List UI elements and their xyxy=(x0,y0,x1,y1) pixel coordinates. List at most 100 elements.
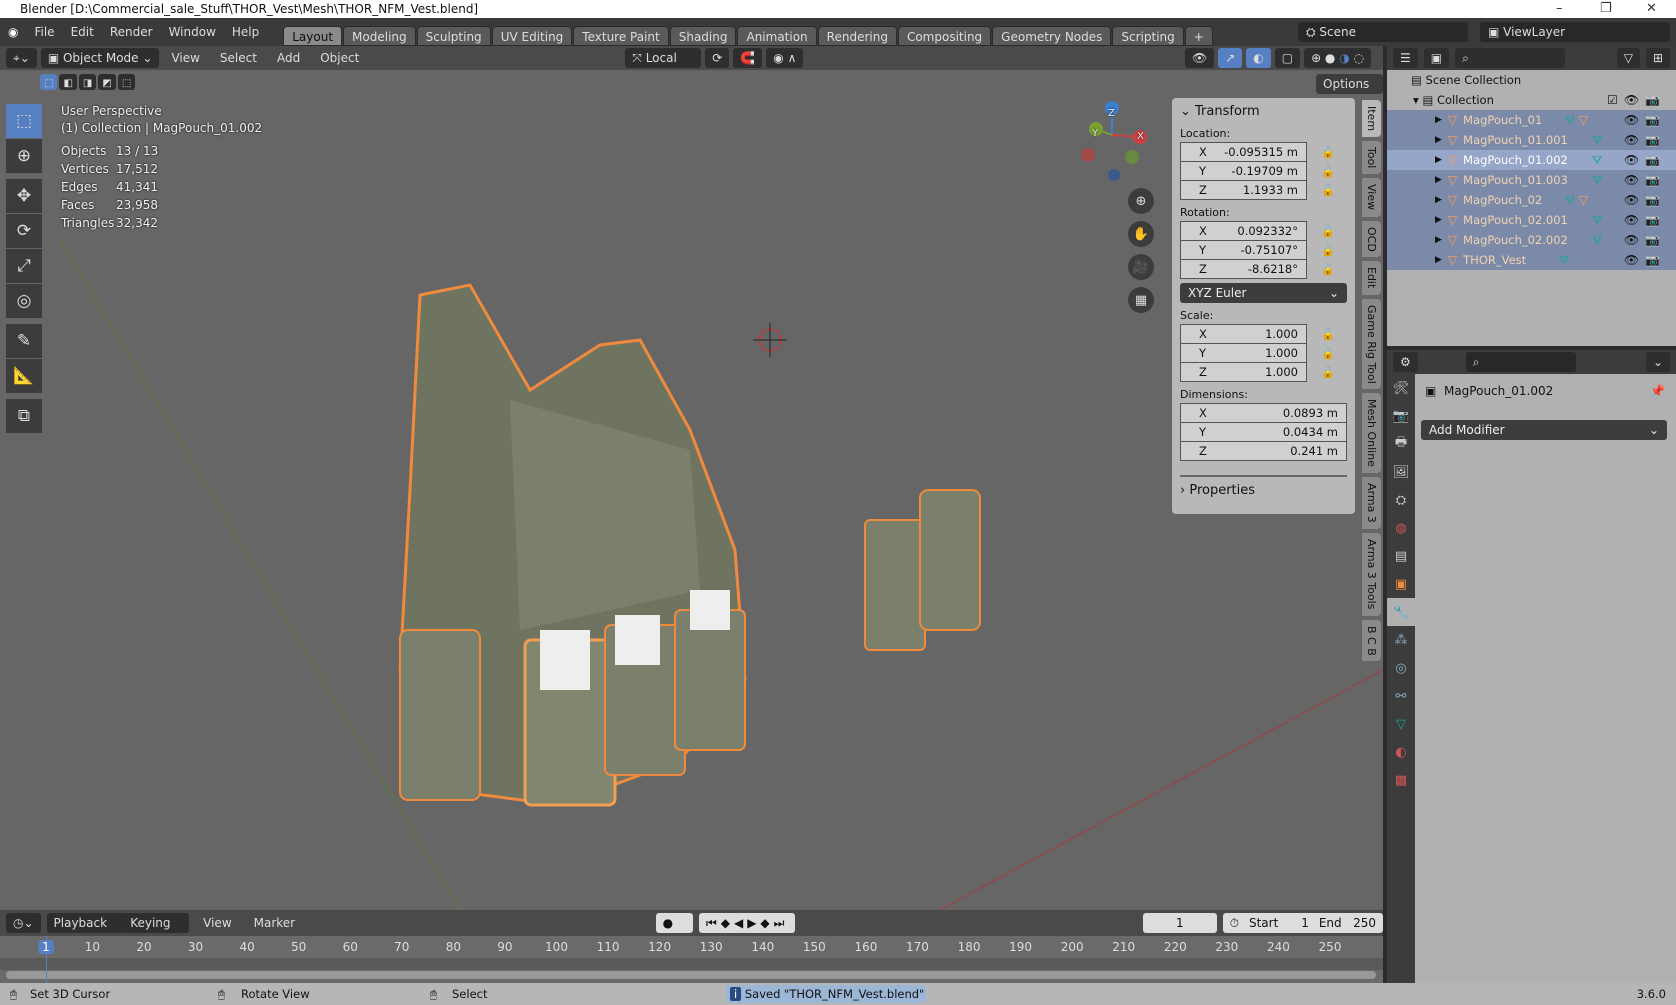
expand-arrow-icon[interactable]: ▶ xyxy=(1435,170,1442,190)
options-dropdown[interactable]: Options ⌄ xyxy=(1316,74,1383,111)
outliner-item[interactable]: ▶ ▽ MagPouch_02 ⛛ ▽ 👁📷 xyxy=(1387,190,1676,210)
visibility-toggles[interactable]: 👁📷 xyxy=(1624,190,1666,210)
scene-selector[interactable]: ⛭ Scene xyxy=(1298,22,1468,42)
outliner-item[interactable]: ▶ ▽ MagPouch_01.001 ⛛ 👁📷 xyxy=(1387,130,1676,150)
location-x-field[interactable]: X -0.095315 m xyxy=(1180,142,1307,162)
tab-compositing[interactable]: Compositing xyxy=(897,26,992,46)
sidebar-tab-item[interactable]: Item xyxy=(1362,100,1381,138)
restore-button[interactable]: ❐ xyxy=(1600,0,1612,18)
location-y-field[interactable]: Y -0.19709 m xyxy=(1180,161,1307,181)
visibility-toggles[interactable]: ☑👁📷 xyxy=(1607,90,1666,110)
move-icon[interactable]: ✥ xyxy=(6,179,42,213)
tab-uv-editing[interactable]: UV Editing xyxy=(491,26,573,46)
gizmo-x-label[interactable]: X xyxy=(1137,131,1144,142)
timeline-scrollbar[interactable] xyxy=(6,971,1376,979)
tool-tab-icon[interactable]: 🛠 xyxy=(1387,374,1415,402)
tab-geometry-nodes[interactable]: Geometry Nodes xyxy=(992,26,1112,46)
visibility-toggles[interactable]: 👁📷 xyxy=(1624,230,1666,250)
minimize-button[interactable]: – xyxy=(1556,0,1563,18)
sidebar-tab-tool[interactable]: Tool xyxy=(1362,141,1381,175)
menu-window[interactable]: Window xyxy=(161,25,224,39)
location-z-field[interactable]: Z 1.1933 m xyxy=(1180,180,1307,200)
world-tab-icon[interactable]: ◍ xyxy=(1387,514,1415,542)
menu-select[interactable]: Select xyxy=(212,51,265,65)
transform-icon[interactable]: ◎ xyxy=(6,284,42,318)
physics-tab-icon[interactable]: ◎ xyxy=(1387,654,1415,682)
rotation-y-field[interactable]: Y -0.75107° xyxy=(1180,240,1307,260)
visibility-toggles[interactable]: 👁📷 xyxy=(1624,210,1666,230)
dimensions-y-field[interactable]: Y 0.0434 m xyxy=(1180,422,1347,442)
texture-tab-icon[interactable]: ▩ xyxy=(1387,766,1415,794)
outliner-item[interactable]: ▶ ▽ MagPouch_01 ⛛ ▽ 👁📷 xyxy=(1387,110,1676,130)
outliner-search-input[interactable]: ⌕ xyxy=(1455,48,1566,68)
camera-icon[interactable]: 🎥 xyxy=(1128,254,1154,280)
sidebar-tab-game-rig-tool[interactable]: Game Rig Tool xyxy=(1362,298,1381,390)
gizmo-toggle-icon[interactable]: ↗ xyxy=(1218,48,1243,68)
expand-arrow-icon[interactable]: ▶ xyxy=(1435,210,1442,230)
scene-collection-row[interactable]: ▤ Scene Collection xyxy=(1387,70,1676,90)
close-button[interactable]: ✕ xyxy=(1646,0,1657,18)
zoom-icon[interactable]: ⊕ xyxy=(1128,188,1154,214)
start-frame-field[interactable]: Start 1 xyxy=(1249,913,1309,933)
visibility-toggles[interactable]: 👁📷 xyxy=(1624,250,1666,270)
scale-y-field[interactable]: Y 1.000 xyxy=(1180,343,1307,363)
scale-x-field[interactable]: X 1.000 xyxy=(1180,324,1307,344)
lock-icon[interactable]: 🔓 xyxy=(1321,225,1335,238)
visibility-icon[interactable]: 👁 xyxy=(1184,48,1215,68)
overlay-toggle-icon[interactable]: ◐ xyxy=(1246,48,1271,68)
menu-file[interactable]: File xyxy=(26,25,62,39)
collection-tab-icon[interactable]: ▤ xyxy=(1387,542,1415,570)
visibility-toggles[interactable]: 👁📷 xyxy=(1624,130,1666,150)
sidebar-tab-edit[interactable]: Edit xyxy=(1362,261,1381,295)
playback-menu[interactable]: Playback ⌄ xyxy=(46,913,126,950)
tab-layout[interactable]: Layout xyxy=(283,26,343,46)
properties-editor-type-icon[interactable]: ⚙ xyxy=(1393,352,1418,372)
select-extend-icon[interactable]: ◧ xyxy=(59,74,77,90)
outliner-item[interactable]: ▶ ▽ THOR_Vest ⛛ 👁📷 xyxy=(1387,250,1676,270)
expand-arrow-icon[interactable]: ▶ xyxy=(1435,230,1442,250)
view-layer-selector[interactable]: ▣ ViewLayer xyxy=(1480,22,1670,42)
end-frame-field[interactable]: End 250 xyxy=(1319,913,1376,933)
dimensions-z-field[interactable]: Z 0.241 m xyxy=(1180,441,1347,461)
keying-menu[interactable]: Keying ⌄ xyxy=(123,913,190,950)
sidebar-tab-view[interactable]: View xyxy=(1362,178,1381,217)
xray-toggle-icon[interactable]: ▢ xyxy=(1274,48,1301,68)
sidebar-tab-bcb[interactable]: B C B xyxy=(1362,619,1381,662)
tab-shading[interactable]: Shading xyxy=(669,26,737,46)
expand-arrow-icon[interactable]: ▶ xyxy=(1435,110,1442,130)
menu-marker[interactable]: Marker xyxy=(246,916,303,930)
rotation-mode-dropdown[interactable]: XYZ Euler ⌄ xyxy=(1180,283,1347,303)
object-tab-icon[interactable]: ▣ xyxy=(1387,570,1415,598)
scale-z-field[interactable]: Z 1.000 xyxy=(1180,362,1307,382)
proportional-edit-icon[interactable]: ◉ ∧ xyxy=(766,48,804,68)
measure-icon[interactable]: 📐 xyxy=(6,359,42,393)
modifier-wrench-icon[interactable]: 🔧 xyxy=(1387,598,1415,626)
ortho-grid-icon[interactable]: ▦ xyxy=(1128,287,1154,313)
lock-icon[interactable]: 🔓 xyxy=(1321,263,1335,276)
lock-icon[interactable]: 🔓 xyxy=(1321,184,1335,197)
outliner-item[interactable]: ▶ ▽ MagPouch_01.003 ⛛ 👁📷 xyxy=(1387,170,1676,190)
orientation-selector[interactable]: ⤧ Local xyxy=(625,48,702,68)
lock-icon[interactable]: 🔓 xyxy=(1321,347,1335,360)
properties-subpanel-header[interactable]: › Properties xyxy=(1180,475,1347,498)
playback-controls[interactable]: ⏮◆◀▶◆⏭ xyxy=(698,913,796,933)
menu-object[interactable]: Object xyxy=(312,51,367,65)
properties-search-input[interactable]: ⌕ xyxy=(1465,352,1576,372)
select-new-icon[interactable]: ⬚ xyxy=(40,74,58,90)
lock-icon[interactable]: 🔓 xyxy=(1321,165,1335,178)
select-invert-icon[interactable]: ◩ xyxy=(98,74,116,90)
visibility-toggles[interactable]: 👁📷 xyxy=(1624,150,1666,170)
annotate-icon[interactable]: ✎ xyxy=(6,324,42,358)
record-keyframe-button[interactable]: ● ⌄ xyxy=(655,913,693,950)
menu-help[interactable]: Help xyxy=(224,25,267,39)
status-message[interactable]: i Saved "THOR_NFM_Vest.blend" xyxy=(726,985,926,1003)
snap-icon[interactable]: 🧲 xyxy=(733,48,763,68)
tab-scripting[interactable]: Scripting xyxy=(1112,26,1184,46)
constraints-tab-icon[interactable]: ⚯ xyxy=(1387,682,1415,710)
outliner-item[interactable]: ▶ ▽ MagPouch_02.001 ⛛ 👁📷 xyxy=(1387,210,1676,230)
scene-tab-icon[interactable]: ⛭ xyxy=(1387,486,1415,514)
gizmo-y-label[interactable]: Y xyxy=(1092,128,1098,139)
material-tab-icon[interactable]: ◐ xyxy=(1387,738,1415,766)
lock-icon[interactable]: 🔓 xyxy=(1321,366,1335,379)
transform-header[interactable]: ⌄ Transform xyxy=(1180,104,1347,119)
